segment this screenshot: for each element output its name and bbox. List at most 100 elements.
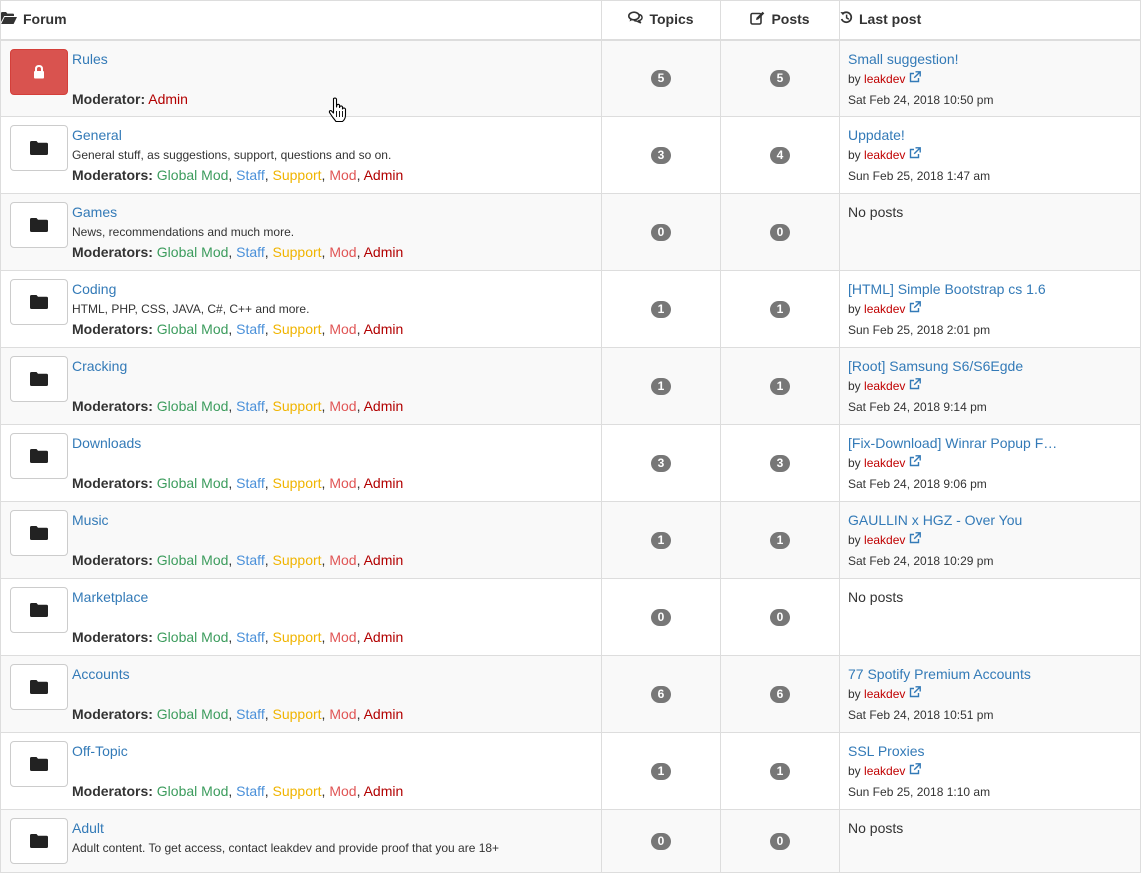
group-admin[interactable]: Admin [364, 552, 404, 568]
group-admin[interactable]: Admin [364, 706, 404, 722]
group-staff[interactable]: Staff [236, 398, 265, 414]
group-staff[interactable]: Staff [236, 552, 265, 568]
forum-lock-icon[interactable] [10, 48, 68, 95]
forum-folder-icon[interactable] [10, 664, 68, 710]
forum-title-link[interactable]: Off-Topic [72, 743, 595, 760]
last-post-title-link[interactable]: 77 Spotify Premium Accounts [848, 666, 1134, 683]
group-global-mod[interactable]: Global Mod [157, 552, 229, 568]
last-post-title-link[interactable]: GAULLIN x HGZ - Over You [848, 512, 1134, 529]
group-global-mod[interactable]: Global Mod [157, 398, 229, 414]
forum-title-link[interactable]: Rules [72, 51, 595, 68]
external-link-icon[interactable] [909, 686, 922, 701]
forum-moderators: Moderator: Admin [72, 91, 595, 108]
last-post-username-link[interactable]: leakdev [864, 72, 905, 86]
group-mod[interactable]: Mod [329, 244, 356, 260]
last-post-title-link[interactable]: [HTML] Simple Bootstrap cs 1.6 [848, 281, 1134, 298]
group-admin[interactable]: Admin [364, 783, 404, 799]
group-staff[interactable]: Staff [236, 167, 265, 183]
forum-title-link[interactable]: Adult [72, 820, 595, 837]
group-support[interactable]: Support [273, 244, 322, 260]
group-staff[interactable]: Staff [236, 783, 265, 799]
group-staff[interactable]: Staff [236, 244, 265, 260]
group-mod[interactable]: Mod [329, 629, 356, 645]
separator: , [264, 167, 273, 183]
group-global-mod[interactable]: Global Mod [157, 321, 229, 337]
group-mod[interactable]: Mod [329, 706, 356, 722]
group-staff[interactable]: Staff [236, 629, 265, 645]
forum-title-link[interactable]: Marketplace [72, 589, 595, 606]
group-staff[interactable]: Staff [236, 321, 265, 337]
group-admin[interactable]: Admin [364, 244, 404, 260]
last-post-username-link[interactable]: leakdev [864, 764, 905, 778]
group-support[interactable]: Support [273, 706, 322, 722]
group-mod[interactable]: Mod [329, 398, 356, 414]
external-link-icon[interactable] [909, 147, 922, 162]
by-label: by [848, 148, 861, 162]
last-post-username-link[interactable]: leakdev [864, 687, 905, 701]
forum-folder-icon[interactable] [10, 279, 68, 325]
forum-folder-icon[interactable] [10, 818, 68, 864]
last-post-title-link[interactable]: SSL Proxies [848, 743, 1134, 760]
group-global-mod[interactable]: Global Mod [157, 167, 229, 183]
group-admin[interactable]: Admin [364, 475, 404, 491]
forum-folder-icon[interactable] [10, 587, 68, 633]
group-global-mod[interactable]: Global Mod [157, 783, 229, 799]
group-staff[interactable]: Staff [236, 706, 265, 722]
group-mod[interactable]: Mod [329, 475, 356, 491]
forum-title-link[interactable]: Coding [72, 281, 595, 298]
last-post-title-link[interactable]: [Fix-Download] Winrar Popup F… [848, 435, 1134, 452]
group-admin[interactable]: Admin [364, 398, 404, 414]
group-global-mod[interactable]: Global Mod [157, 475, 229, 491]
external-link-icon[interactable] [909, 455, 922, 470]
group-support[interactable]: Support [273, 398, 322, 414]
group-global-mod[interactable]: Global Mod [157, 244, 229, 260]
last-post-title-link[interactable]: [Root] Samsung S6/S6Egde [848, 358, 1134, 375]
group-support[interactable]: Support [273, 321, 322, 337]
last-post-username-link[interactable]: leakdev [864, 379, 905, 393]
last-post-username-link[interactable]: leakdev [864, 533, 905, 547]
group-admin[interactable]: Admin [364, 629, 404, 645]
last-post-title-link[interactable]: Small suggestion! [848, 51, 1134, 68]
external-link-icon[interactable] [909, 532, 922, 547]
group-mod[interactable]: Mod [329, 552, 356, 568]
group-support[interactable]: Support [273, 475, 322, 491]
topics-count-badge: 1 [651, 301, 671, 318]
group-mod[interactable]: Mod [329, 321, 356, 337]
group-support[interactable]: Support [273, 783, 322, 799]
forum-title-link[interactable]: Downloads [72, 435, 595, 452]
external-link-icon[interactable] [909, 301, 922, 316]
forum-title-link[interactable]: Games [72, 204, 595, 221]
forum-title-link[interactable]: Music [72, 512, 595, 529]
separator: , [264, 475, 273, 491]
last-post-username-link[interactable]: leakdev [864, 148, 905, 162]
group-support[interactable]: Support [273, 552, 322, 568]
group-staff[interactable]: Staff [236, 475, 265, 491]
group-support[interactable]: Support [273, 629, 322, 645]
forum-folder-icon[interactable] [10, 510, 68, 556]
group-admin[interactable]: Admin [148, 91, 188, 107]
forum-title-link[interactable]: General [72, 127, 595, 144]
group-support[interactable]: Support [273, 167, 322, 183]
group-global-mod[interactable]: Global Mod [157, 706, 229, 722]
forum-title-link[interactable]: Cracking [72, 358, 595, 375]
forum-folder-icon[interactable] [10, 202, 68, 248]
last-post-title-link[interactable]: Uppdate! [848, 127, 1134, 144]
forum-folder-icon[interactable] [10, 356, 68, 402]
external-link-icon[interactable] [909, 70, 922, 86]
group-mod[interactable]: Mod [329, 167, 356, 183]
last-post-username-link[interactable]: leakdev [864, 456, 905, 470]
forum-folder-icon[interactable] [10, 741, 68, 787]
group-mod[interactable]: Mod [329, 783, 356, 799]
last-post-username-link[interactable]: leakdev [864, 302, 905, 316]
group-global-mod[interactable]: Global Mod [157, 629, 229, 645]
external-link-icon[interactable] [909, 378, 922, 393]
group-admin[interactable]: Admin [364, 321, 404, 337]
forum-cell: Rules Moderator: Admin [0, 39, 602, 117]
forum-folder-icon[interactable] [10, 433, 68, 479]
forum-folder-icon[interactable] [10, 125, 68, 171]
posts-cell: 0 [720, 578, 840, 656]
external-link-icon[interactable] [909, 763, 922, 778]
forum-title-link[interactable]: Accounts [72, 666, 595, 683]
topics-column-label: Topics [649, 11, 694, 28]
group-admin[interactable]: Admin [364, 167, 404, 183]
